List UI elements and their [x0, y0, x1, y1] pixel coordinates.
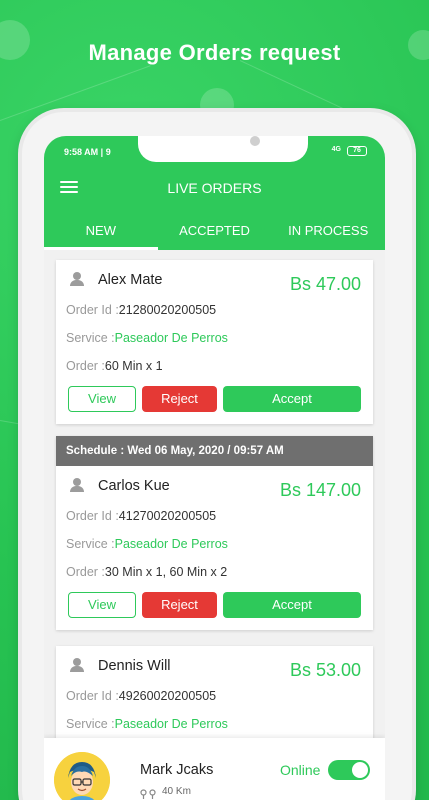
service-label: Service : — [66, 537, 115, 551]
view-button[interactable]: View — [68, 592, 136, 618]
order-header: Alex Mate Bs 47.00 — [56, 260, 373, 296]
order-id-value: 49260020200505 — [118, 689, 217, 703]
user-icon — [70, 478, 84, 492]
order-id-value: 21280020200505 — [118, 303, 217, 317]
driver-distance: 40 Km — [162, 786, 191, 797]
camera-icon — [250, 136, 260, 146]
service-value: Paseador De Perros — [114, 537, 228, 551]
distance-icon — [140, 786, 156, 799]
page-title: LIVE ORDERS — [167, 180, 262, 196]
order-label: Order : — [66, 565, 105, 579]
phone-screen: 9:58 AM | 9 4G 76 LIVE ORDERS NEW ACCEPT… — [44, 136, 385, 800]
order-label: Order : — [66, 359, 105, 373]
order-card: Alex Mate Bs 47.00 Order Id :21280020200… — [56, 260, 373, 424]
order-detail-value: 60 Min x 1 — [104, 359, 163, 373]
accept-button[interactable]: Accept — [223, 386, 361, 412]
reject-button[interactable]: Reject — [142, 592, 217, 618]
order-id-label: Order Id : — [66, 689, 119, 703]
signal-icon: 4G — [331, 146, 341, 153]
promo-headline: Manage Orders request — [88, 40, 341, 65]
order-id-row: Order Id :41270020200505 — [56, 502, 373, 530]
view-button[interactable]: View — [68, 386, 136, 412]
tab-new[interactable]: NEW — [44, 210, 158, 250]
battery-icon: 76 — [347, 146, 367, 156]
order-actions: View Reject Accept — [56, 380, 373, 424]
service-value: Paseador De Perros — [114, 717, 228, 731]
app-bar: LIVE ORDERS — [44, 166, 385, 210]
order-id-label: Order Id : — [66, 509, 119, 523]
user-icon — [70, 272, 84, 286]
service-row: Service :Paseador De Perros — [56, 530, 373, 558]
order-tabs: NEW ACCEPTED IN PROCESS — [44, 210, 385, 250]
customer-name: Alex Mate — [98, 272, 163, 288]
customer-name: Carlos Kue — [98, 478, 170, 494]
order-actions: View Reject Accept — [56, 586, 373, 630]
service-row: Service :Paseador De Perros — [56, 324, 373, 352]
order-detail-row: Order :30 Min x 1, 60 Min x 2 — [56, 558, 373, 586]
status-time: 9:58 AM | 9 — [64, 147, 111, 157]
reject-button[interactable]: Reject — [142, 386, 217, 412]
orders-list[interactable]: Alex Mate Bs 47.00 Order Id :21280020200… — [44, 250, 385, 800]
online-status-label: Online — [280, 762, 321, 778]
phone-notch — [138, 136, 308, 162]
order-id-value: 41270020200505 — [118, 509, 217, 523]
driver-name: Mark Jcaks — [140, 762, 214, 778]
order-header: Carlos Kue Bs 147.00 — [56, 466, 373, 502]
order-id-row: Order Id :49260020200505 — [56, 682, 373, 710]
service-row: Service :Paseador De Perros — [56, 710, 373, 738]
tab-in-process[interactable]: IN PROCESS — [271, 210, 385, 250]
service-value: Paseador De Perros — [114, 331, 228, 345]
order-card: Schedule : Wed 06 May, 2020 / 09:57 AM C… — [56, 436, 373, 630]
customer-name: Dennis Will — [98, 658, 171, 674]
order-id-label: Order Id : — [66, 303, 119, 317]
service-label: Service : — [66, 717, 115, 731]
accept-button[interactable]: Accept — [223, 592, 361, 618]
order-detail-row: Order :60 Min x 1 — [56, 352, 373, 380]
user-icon — [70, 658, 84, 672]
order-price: Bs 147.00 — [279, 480, 361, 500]
toggle-knob — [352, 762, 368, 778]
schedule-banner: Schedule : Wed 06 May, 2020 / 09:57 AM — [56, 436, 373, 466]
avatar[interactable] — [54, 752, 110, 800]
order-header: Dennis Will Bs 53.00 — [56, 646, 373, 682]
driver-status-bar: Mark Jcaks 40 Km Online — [44, 738, 385, 800]
order-price: Bs 47.00 — [289, 274, 361, 294]
service-label: Service : — [66, 331, 115, 345]
order-id-row: Order Id :21280020200505 — [56, 296, 373, 324]
order-price: Bs 53.00 — [289, 660, 361, 680]
online-toggle[interactable] — [328, 760, 370, 780]
order-detail-value: 30 Min x 1, 60 Min x 2 — [104, 565, 228, 579]
tab-accepted[interactable]: ACCEPTED — [158, 210, 272, 250]
